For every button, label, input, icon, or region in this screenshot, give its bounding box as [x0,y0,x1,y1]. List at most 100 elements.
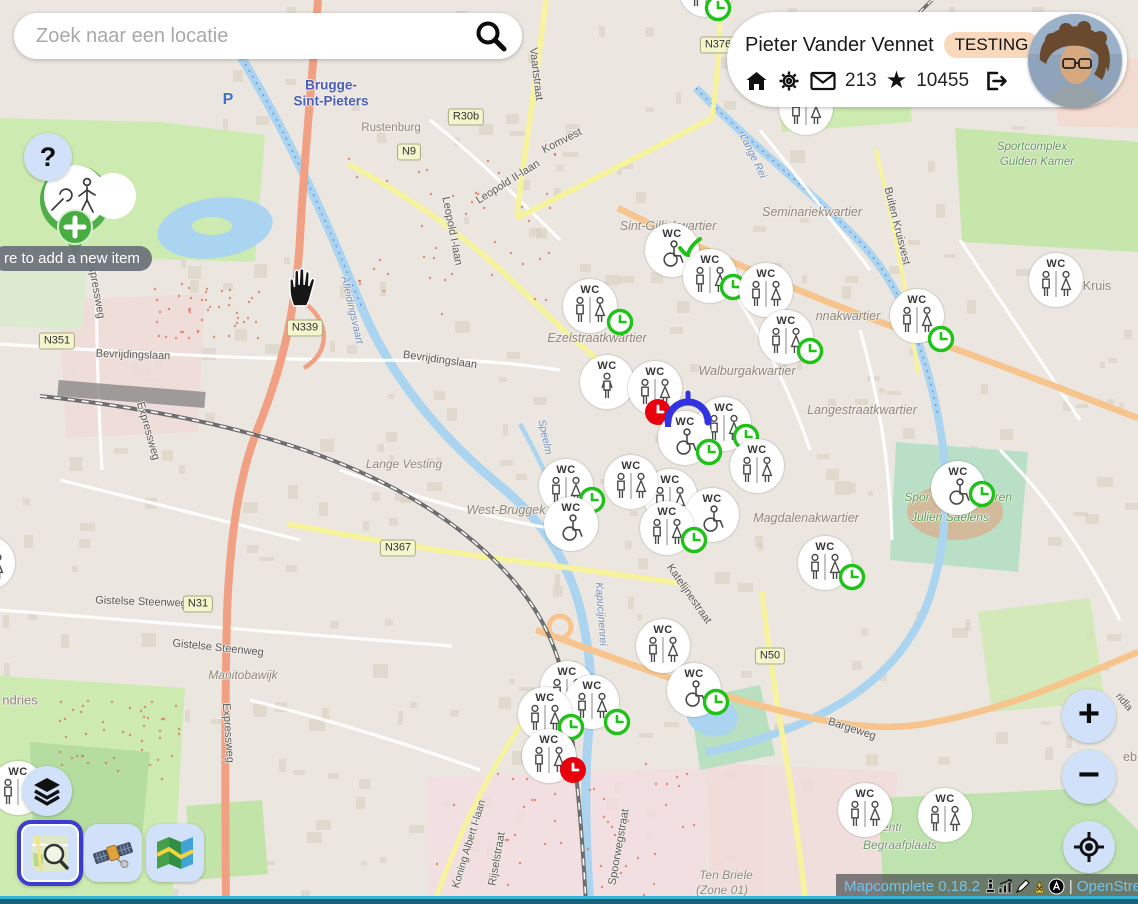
help-label: ? [40,142,57,173]
attribution-separator: | [1069,878,1073,895]
toilet-marker[interactable]: WC [1029,253,1083,307]
opening-hours-badge [704,0,732,22]
testing-badge: TESTING [944,32,1040,58]
person-icon [598,372,616,400]
toilet-marker[interactable]: WC [667,663,721,717]
marker-wc-label: WC [702,493,721,505]
pen-icon [1015,878,1031,894]
openstreetmap-link[interactable]: OpenStreetMap [1077,878,1138,895]
stats-icon [998,879,1014,894]
marker-wc-label: WC [539,734,558,746]
marker-wc-label: WC [1046,258,1065,270]
crosshair-icon [1072,830,1106,864]
logout-icon[interactable] [984,70,1009,92]
mapcomplete-version-link[interactable]: Mapcomplete 0.18.2 [844,878,980,895]
toilet-marker[interactable]: WC [563,279,617,333]
marker-wc-label: WC [561,502,580,514]
marker-wc-label: WC [660,474,679,486]
user-name[interactable]: Pieter Vander Vennet [745,34,934,57]
toilet-marker[interactable]: WC [918,788,972,842]
marker-wc-label: WC [907,294,926,306]
search-icon[interactable] [474,19,508,53]
layers-icon [32,776,62,806]
user-actions-row: 213 ★ 10455 [745,69,1009,93]
male-female-icon [926,805,964,833]
opening-hours-badge [680,526,708,554]
toilet-marker[interactable]: WC [604,455,658,509]
user-row: Pieter Vander Vennet TESTING [745,32,1039,58]
toilet-marker[interactable]: WC [683,249,737,303]
hand-cursor-icon [283,266,321,308]
background-map-button[interactable] [146,824,204,882]
layers-button[interactable] [22,766,72,816]
circle-a-icon [1048,878,1065,895]
marker-wc-label: WC [535,692,554,704]
toilet-marker[interactable]: WC [798,536,852,590]
statue-icon [984,878,997,894]
marker-wc-label: WC [855,788,874,800]
user-avatar[interactable] [1028,14,1122,108]
opening-hours-badge [606,308,634,336]
search-input[interactable] [34,24,474,49]
toilet-marker[interactable]: WC [730,439,784,493]
zoom-out-button[interactable]: − [1062,750,1116,804]
toilet-marker[interactable]: WC [838,783,892,837]
toilet-marker[interactable]: WC [739,263,793,317]
male-female-icon [571,296,609,324]
toilet-marker[interactable]: WC [679,0,733,17]
marker-wc-label: WC [935,793,954,805]
add-item-tooltip: re to add a new item [0,246,152,271]
toilet-marker[interactable]: WC [759,310,813,364]
wheelchair-icon [556,514,586,542]
osm-map-icon [30,833,70,873]
toilet-marker[interactable]: WC [640,501,694,555]
toilet-marker[interactable]: WC [522,729,576,783]
marker-wc-label: WC [580,284,599,296]
marker-wc-label: WC [557,666,576,678]
marker-wc-label: WC [747,444,766,456]
marker-wc-label: WC [653,624,672,636]
male-female-icon [612,472,650,500]
male-female-icon [747,280,785,308]
toilet-marker[interactable]: WC [931,461,985,515]
attribution-icons [984,878,1065,895]
marker-wc-label: WC [684,668,703,680]
opening-hours-badge [702,688,730,716]
opening-hours-badge [695,438,723,466]
background-satellite-button[interactable] [84,824,142,882]
help-button[interactable]: ? [24,133,72,181]
marker-wc-label: WC [657,506,676,518]
bottom-strip [0,899,1138,904]
background-osm-button[interactable] [17,820,83,886]
theme-flag-icon [1032,878,1047,894]
add-icon[interactable] [58,210,92,244]
marker-wc-label: WC [756,268,775,280]
marker-wc-label: WC [948,466,967,478]
opening-hours-badge [838,563,866,591]
toilet-marker[interactable]: WC [0,536,15,590]
opening-hours-badge [796,337,824,365]
zoom-in-button[interactable]: + [1062,689,1116,743]
toilet-marker[interactable]: WC [544,497,598,551]
geolocate-button[interactable] [1063,821,1115,873]
home-icon[interactable] [745,70,768,92]
messages-icon[interactable] [810,71,836,91]
selection-arc [664,390,712,430]
star-icon: ★ [886,71,908,91]
attribution-bar: Mapcomplete 0.18.2 [836,874,1138,898]
marker-wc-label: WC [8,766,27,778]
toilet-marker[interactable]: WC [580,355,634,409]
male-female-icon [0,553,7,581]
opening-hours-badge [603,708,631,736]
gear-icon[interactable] [777,69,801,93]
toilet-marker[interactable]: WC [890,289,944,343]
marker-wc-label: WC [645,366,664,378]
folded-map-icon [155,835,195,871]
male-female-icon [644,636,682,664]
marker-wc-label: WC [776,315,795,327]
marker-wc-label: WC [597,360,616,372]
marker-wc-label: WC [714,402,733,414]
marker-wc-label: WC [556,464,575,476]
marker-wc-label: WC [621,460,640,472]
marker-wc-label: WC [700,254,719,266]
